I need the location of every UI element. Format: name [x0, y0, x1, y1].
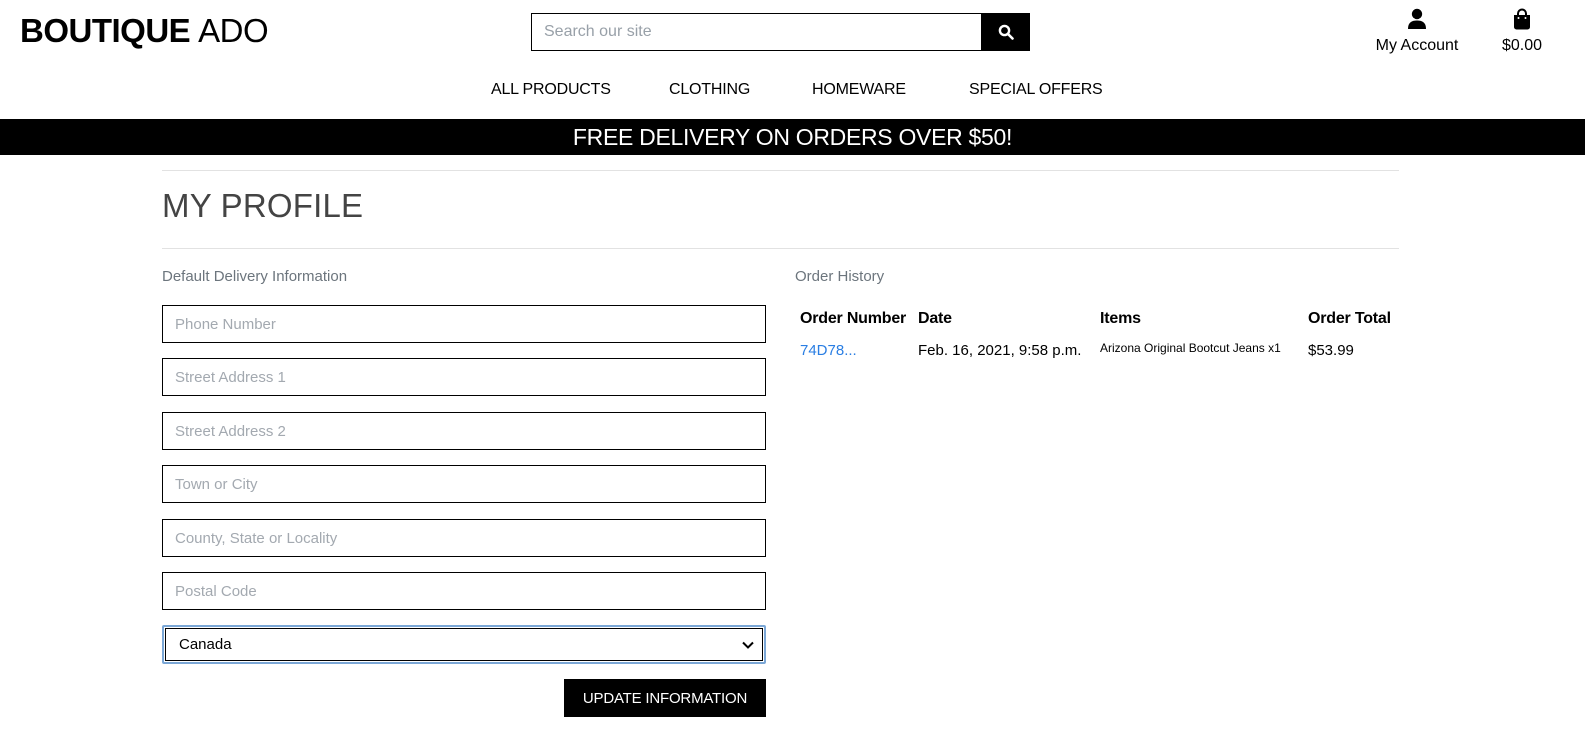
order-items-cell: Arizona Original Bootcut Jeans x1 [1100, 341, 1281, 355]
order-total-cell: $53.99 [1308, 342, 1354, 359]
chevron-down-icon [742, 641, 754, 649]
shopping-bag-icon [1514, 8, 1530, 30]
country-selected-value: Canada [179, 636, 232, 653]
column-header-date: Date [918, 310, 952, 327]
divider-top [162, 170, 1399, 171]
bag-total: $0.00 [1501, 37, 1543, 54]
search-button[interactable] [981, 13, 1030, 51]
nav-clothing[interactable]: CLOTHING [669, 81, 750, 99]
town-city-field[interactable] [162, 465, 766, 503]
user-icon [1408, 8, 1426, 29]
nav-all-products[interactable]: ALL PRODUCTS [491, 81, 611, 99]
delivery-heading: Default Delivery Information [162, 268, 348, 285]
my-account-link[interactable]: My Account [1372, 8, 1462, 55]
update-information-button[interactable]: UPDATE INFORMATION [564, 679, 766, 717]
search-icon [998, 24, 1014, 40]
phone-number-field[interactable] [162, 305, 766, 343]
main-nav: ALL PRODUCTS CLOTHING HOMEWARE SPECIAL O… [0, 81, 1585, 103]
logo-text-bold: BOUTIQUE [20, 12, 191, 49]
column-header-items: Items [1100, 310, 1141, 327]
my-account-label: My Account [1375, 37, 1459, 54]
order-history-table: Order Number Date Items Order Total 74D7… [795, 304, 1398, 364]
nav-homeware[interactable]: HOMEWARE [812, 81, 906, 99]
divider-bottom [162, 248, 1399, 249]
street-address-2-field[interactable] [162, 412, 766, 450]
order-history-heading: Order History [795, 268, 885, 285]
order-number-cell: 74D78... [795, 337, 913, 364]
delivery-banner: FREE DELIVERY ON ORDERS OVER $50! [0, 119, 1585, 155]
logo-text-regular: ADO [198, 12, 269, 49]
shopping-bag-link[interactable]: $0.00 [1496, 8, 1548, 55]
page-title: MY PROFILE [162, 187, 364, 224]
table-header-row: Order Number Date Items Order Total [795, 304, 1398, 337]
country-select[interactable]: Canada [162, 625, 766, 664]
column-header-order-total: Order Total [1308, 310, 1391, 327]
postal-code-field[interactable] [162, 572, 766, 610]
table-row: 74D78... Feb. 16, 2021, 9:58 p.m. Arizon… [795, 337, 1398, 364]
street-address-1-field[interactable] [162, 358, 766, 396]
nav-special-offers[interactable]: SPECIAL OFFERS [969, 81, 1103, 99]
county-field[interactable] [162, 519, 766, 557]
country-select-border [165, 628, 763, 661]
order-number-link[interactable]: 74D78... [800, 342, 857, 359]
order-date-cell: Feb. 16, 2021, 9:58 p.m. [918, 342, 1082, 359]
column-header-order-number: Order Number [800, 310, 907, 327]
search-form [531, 13, 1030, 51]
site-logo[interactable]: BOUTIQUE ADO [20, 12, 269, 50]
search-input[interactable] [531, 13, 981, 51]
